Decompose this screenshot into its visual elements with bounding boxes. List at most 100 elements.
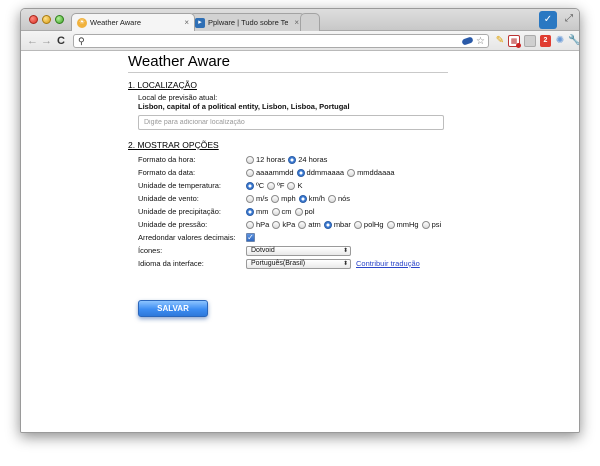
tab-close-icon[interactable]: × (184, 14, 189, 31)
language-label: Idioma da interface: (138, 259, 204, 268)
browser-window: ☀ Weather Aware × ▸ Pplware | Tudo sobre… (20, 8, 580, 433)
weather-extension-icon[interactable]: ✺ (555, 35, 565, 47)
radio-mmhg[interactable] (386, 220, 395, 229)
location-heading: 1. LOCALIZAÇÃO (128, 80, 197, 90)
forward-arrow-icon[interactable]: → (41, 34, 52, 48)
radio-mmddaaaa-label: mmddaaaa (357, 168, 395, 177)
radio-ms-label: m/s (256, 194, 269, 203)
icons-label: Ícones: (138, 246, 163, 255)
precipitation-unit-label: Unidade de precipitação: (138, 207, 221, 216)
weather-favicon-icon: ☀ (77, 18, 87, 28)
icons-select[interactable]: Dotvoid ⬍ (246, 245, 351, 256)
radio-24h[interactable] (288, 155, 297, 164)
wind-unit-label: Unidade de vento: (138, 194, 199, 203)
wrench-icon[interactable]: 🔧 (568, 35, 579, 47)
language-select-value: Português(Brasil) (251, 259, 306, 267)
radio-cm-label: cm (281, 207, 292, 216)
pplware-favicon-icon: ▸ (195, 18, 205, 28)
contribute-translation-link[interactable]: Contribuir tradução (356, 259, 420, 268)
radio-kmh-label: km/h (308, 194, 325, 203)
zoom-window-icon[interactable] (55, 15, 64, 24)
radio-mph[interactable] (271, 194, 280, 203)
page-content: Weather Aware 1. LOCALIZAÇÃO Local de pr… (21, 52, 579, 432)
radio-aaaammdd-label: aaaammdd (256, 168, 294, 177)
calendar-extension-icon[interactable]: ▦ (508, 35, 521, 48)
radio-12h-label: 12 horas (256, 155, 286, 164)
title-divider (128, 72, 448, 73)
language-select[interactable]: Português(Brasil) ⬍ (246, 258, 351, 269)
radio-cm[interactable] (271, 207, 280, 216)
tab-title: Pplware | Tudo sobre Tecnologia (208, 18, 288, 27)
reload-icon[interactable]: C (57, 34, 65, 48)
icons-row: Ícones: Dotvoid ⬍ (128, 244, 448, 257)
profile-icon[interactable]: ✓ (539, 11, 557, 29)
radio-atm[interactable] (298, 220, 307, 229)
tab-pplware[interactable]: ▸ Pplware | Tudo sobre Tecnologia × (189, 13, 305, 31)
page-extension-icon[interactable] (524, 35, 536, 47)
radio-polhg[interactable] (353, 220, 362, 229)
save-button[interactable]: SALVAR (138, 300, 208, 317)
precipitation-unit-row: Unidade de precipitação: mm cm pol (128, 205, 448, 218)
tab-weather-aware[interactable]: ☀ Weather Aware × (71, 13, 195, 31)
new-tab-button[interactable] (300, 13, 320, 31)
radio-kelvin-label: K (297, 181, 303, 190)
radio-polhg-label: polHg (363, 220, 384, 229)
radio-hpa-label: hPa (256, 220, 270, 229)
address-input[interactable] (88, 36, 448, 47)
omnibox[interactable]: ⚲ ☆ (73, 34, 489, 48)
close-window-icon[interactable] (29, 15, 38, 24)
radio-mbar-label: mbar (333, 220, 351, 229)
radio-celsius-label: ºC (256, 181, 265, 190)
page-title: Weather Aware (128, 53, 231, 70)
back-arrow-icon[interactable]: ← (27, 34, 38, 48)
radio-mm[interactable] (246, 207, 254, 216)
radio-kmh[interactable] (298, 194, 307, 203)
browser-toolbar: ← → C ⚲ ☆ ✎ ▦ 2 ✺ 🔧 (21, 31, 579, 51)
icons-select-value: Dotvoid (251, 246, 275, 254)
radio-celsius[interactable] (246, 181, 254, 190)
location-input[interactable] (138, 115, 444, 130)
display-options-section: 2. MOSTRAR OPÇÕES Formato da hora: 12 ho… (128, 140, 448, 270)
temperature-unit-label: Unidade de temperatura: (138, 181, 221, 190)
radio-ms[interactable] (246, 194, 254, 203)
tab-close-icon[interactable]: × (294, 14, 299, 31)
radio-knots-label: nós (337, 194, 351, 203)
minimize-window-icon[interactable] (42, 15, 51, 24)
radio-knots[interactable] (327, 194, 336, 203)
radio-fahrenheit-label: ºF (277, 181, 285, 190)
radio-kelvin[interactable] (287, 181, 296, 190)
radio-pol-label: pol (304, 207, 315, 216)
hour-format-row: Formato da hora: 12 horas 24 horas (128, 153, 448, 166)
search-icon: ⚲ (78, 36, 85, 46)
radio-fahrenheit[interactable] (267, 181, 276, 190)
pen-extension-icon[interactable] (461, 36, 474, 46)
radio-12h[interactable] (246, 155, 254, 164)
date-format-row: Formato da data: aaaammdd ddmmaaaa mmdda… (128, 166, 448, 179)
pin-extension-icon[interactable]: ✎ (495, 35, 505, 47)
current-location-label: Local de previsão atual: (138, 93, 218, 102)
round-values-label: Arredondar valores decimais: (138, 233, 236, 242)
radio-hpa[interactable] (246, 220, 254, 229)
select-arrows-icon: ⬍ (342, 260, 348, 267)
fullscreen-icon[interactable]: ⤢ (565, 13, 573, 24)
radio-kpa-label: kPa (282, 220, 296, 229)
display-options-heading: 2. MOSTRAR OPÇÕES (128, 140, 219, 150)
tab-strip: ☀ Weather Aware × ▸ Pplware | Tudo sobre… (21, 9, 579, 31)
radio-ddmmaaaa[interactable] (296, 168, 305, 177)
notification-badge[interactable]: 2 (540, 35, 551, 47)
bookmark-star-icon[interactable]: ☆ (476, 35, 485, 48)
hour-format-label: Formato da hora: (138, 155, 196, 164)
current-location-value: Lisbon, capital of a political entity, L… (138, 102, 350, 111)
pressure-unit-label: Unidade de pressão: (138, 220, 208, 229)
location-block: Local de previsão atual: Lisbon, capital… (128, 93, 448, 130)
round-values-checkbox[interactable]: ✓ (246, 233, 255, 242)
radio-24h-label: 24 horas (298, 155, 328, 164)
radio-mm-label: mm (256, 207, 269, 216)
radio-psi[interactable] (421, 220, 430, 229)
radio-ddmmaaaa-label: ddmmaaaa (306, 168, 345, 177)
radio-mbar[interactable] (323, 220, 332, 229)
radio-mmddaaaa[interactable] (347, 168, 356, 177)
radio-kpa[interactable] (272, 220, 281, 229)
radio-aaaammdd[interactable] (246, 168, 254, 177)
radio-pol[interactable] (294, 207, 303, 216)
